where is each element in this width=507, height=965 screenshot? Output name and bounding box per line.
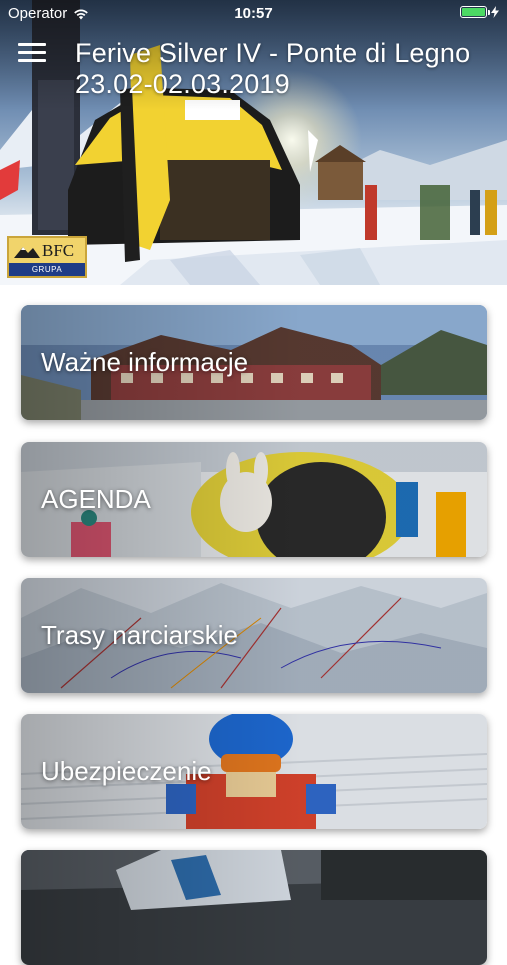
logo-text: BFC: [42, 241, 75, 260]
battery-level: [462, 8, 485, 16]
menu-card-wazne-informacje[interactable]: Ważne informacje: [21, 305, 487, 420]
page-title: Ferive Silver IV - Ponte di Legno 23.02-…: [75, 38, 471, 99]
hero-banner: Operator 10:57 Ferive Silver IV - Ponte …: [0, 0, 507, 285]
charging-bolt-icon: [491, 6, 499, 18]
menu-card-ubezpieczenie[interactable]: Ubezpieczenie: [21, 714, 487, 829]
logo-mountain-icon: [14, 247, 40, 258]
card-overlay: [21, 850, 487, 965]
menu-card-agenda[interactable]: AGENDA: [21, 442, 487, 557]
logo-subtext: GRUPA: [9, 263, 85, 276]
menu-line-middle: [18, 51, 46, 54]
status-bar: Operator 10:57: [0, 0, 507, 28]
menu-card-label: AGENDA: [41, 484, 151, 514]
bfc-logo: BFC GRUPA: [7, 236, 87, 278]
menu-card-label: Trasy narciarskie: [41, 620, 238, 650]
menu-line-top: [18, 43, 46, 46]
battery-icon: [460, 6, 490, 18]
status-time: 10:57: [234, 5, 273, 22]
battery-group: [460, 6, 499, 18]
menu-card-label: Ważne informacje: [41, 347, 249, 377]
menu-line-bottom: [18, 59, 46, 62]
menu-card-trasy-narciarskie[interactable]: Trasy narciarskie: [21, 578, 487, 693]
menu-card-5[interactable]: [21, 850, 487, 965]
hamburger-menu-icon[interactable]: [18, 43, 48, 65]
menu-card-label: Ubezpieczenie: [41, 756, 212, 786]
